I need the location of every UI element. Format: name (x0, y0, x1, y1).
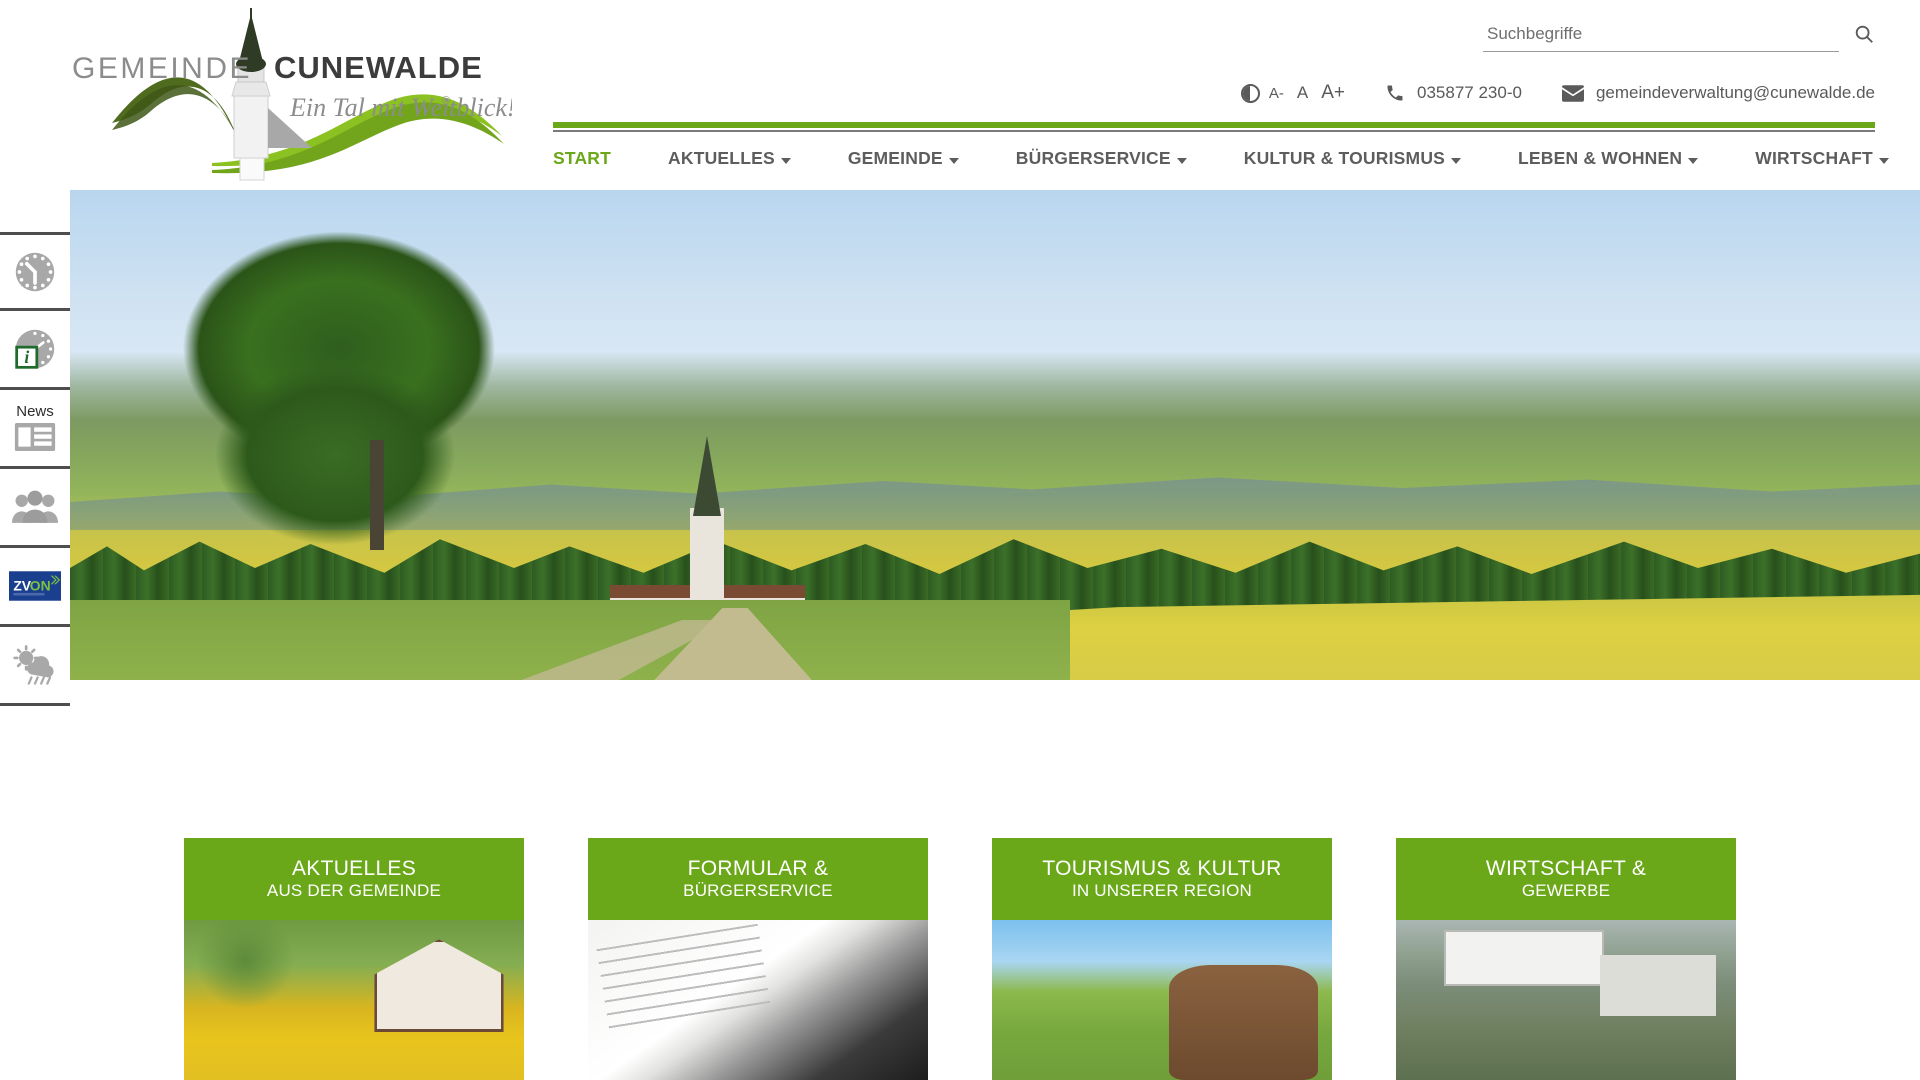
nav-bar-green (553, 122, 1875, 128)
site-header: GEMEINDE CUNEWALDE Ein Tal mit Weitblick… (0, 0, 1920, 190)
card-title: FORMULAR & (687, 856, 829, 880)
chevron-down-icon (1176, 157, 1187, 164)
chevron-down-icon (1451, 157, 1462, 164)
chevron-down-icon (1878, 157, 1889, 164)
hero-big-tree-lower (170, 330, 500, 580)
email-address: gemeindeverwaltung@cunewalde.de (1595, 83, 1875, 102)
logo-slogan-text: Ein Tal mit Weitblick! (289, 93, 512, 122)
nav-item-buergerservice[interactable]: BÜRGERSERVICE (1016, 148, 1187, 169)
village-flowers-photo (184, 920, 524, 1080)
nav-item-label: AKTUELLES (668, 148, 775, 168)
form-pen-photo (588, 920, 928, 1080)
search-icon (1855, 25, 1873, 43)
sidebar-item-label: News (16, 403, 54, 420)
card-header: FORMULAR & BÜRGERSERVICE (588, 838, 928, 920)
nav-divider (553, 122, 1875, 132)
sidebar-item-news[interactable]: News (0, 390, 70, 469)
logo-gemeinde-text: GEMEINDE (72, 52, 252, 85)
card-subtitle: IN UNSERER REGION (1071, 881, 1253, 901)
card-image-village-flowers (184, 920, 524, 1080)
phone-icon (1385, 83, 1405, 103)
card-formular-buergerservice[interactable]: FORMULAR & BÜRGERSERVICE (588, 838, 928, 1080)
hiking-boots-meadow-photo (992, 920, 1332, 1080)
nav-item-kultur-tourismus[interactable]: KULTUR & TOURISMUS (1243, 148, 1462, 169)
logo-registered-mark: ® (442, 95, 450, 107)
logo-cunewalde-text: CUNEWALDE (274, 50, 483, 85)
nav-item-start[interactable]: START (553, 148, 611, 169)
font-normal-button[interactable]: A (1297, 83, 1308, 103)
contrast-icon[interactable] (1240, 83, 1260, 103)
main-navigation: START AKTUELLES GEMEINDE BÜRGERSERVICE K… (553, 148, 1889, 169)
nav-item-label: GEMEINDE (847, 148, 943, 168)
card-subtitle: AUS DER GEMEINDE (266, 881, 442, 901)
nav-bar-grey (553, 130, 1875, 132)
sidebar-item-info[interactable]: i (0, 311, 70, 390)
sidebar-item-opening-hours[interactable] (0, 232, 70, 311)
hero-church-tower (690, 508, 724, 608)
zvon-logo-icon: ZV ON (9, 571, 61, 601)
search-button[interactable] (1853, 23, 1875, 52)
nav-item-label: LEBEN & WOHNEN (1518, 148, 1683, 168)
newspaper-icon (14, 423, 56, 451)
nav-item-leben-wohnen[interactable]: LEBEN & WOHNEN (1518, 148, 1699, 169)
email-link[interactable]: gemeindeverwaltung@cunewalde.de (1561, 83, 1875, 103)
sidebar-item-zvon[interactable]: ZV ON (0, 548, 70, 627)
accessibility-controls: A- A A+ (1240, 82, 1345, 104)
quicklink-cards: AKTUELLES AUS DER GEMEINDE FORMULAR & BÜ… (0, 838, 1920, 1080)
nav-item-gemeinde[interactable]: GEMEINDE (848, 148, 959, 169)
nav-item-label: START (553, 148, 612, 168)
chevron-down-icon (948, 157, 959, 164)
font-increase-button[interactable]: A+ (1321, 82, 1345, 104)
utility-bar: A- A A+ 035877 230-0 gemeindeverwaltung@… (1240, 82, 1875, 104)
search-area (1483, 22, 1875, 52)
card-title: TOURISMUS & KULTUR (1042, 856, 1282, 880)
nav-item-label: WIRTSCHAFT (1755, 148, 1873, 168)
clock-info-icon: i (15, 329, 55, 369)
search-input[interactable] (1483, 22, 1839, 52)
card-subtitle: BÜRGERSERVICE (683, 881, 833, 901)
nav-item-label: KULTUR & TOURISMUS (1243, 148, 1446, 168)
clock-icon (15, 252, 55, 291)
hero-tree-trunk (370, 440, 384, 550)
business-park-signs-photo (1396, 920, 1736, 1080)
card-header: WIRTSCHAFT & GEWERBE (1396, 838, 1736, 920)
nav-item-aktuelles[interactable]: AKTUELLES (668, 148, 791, 169)
people-icon (12, 490, 58, 523)
font-decrease-button[interactable]: A- (1269, 85, 1284, 102)
card-header: TOURISMUS & KULTUR IN UNSERER REGION (992, 838, 1332, 920)
nav-item-label: BÜRGERSERVICE (1015, 148, 1171, 168)
card-wirtschaft-gewerbe[interactable]: WIRTSCHAFT & GEWERBE (1396, 838, 1736, 1080)
card-title: WIRTSCHAFT & (1485, 856, 1647, 880)
chevron-down-icon (1688, 157, 1699, 164)
card-header: AKTUELLES AUS DER GEMEINDE (184, 838, 524, 920)
logo-svg: GEMEINDE CUNEWALDE Ein Tal mit Weitblick… (72, 8, 516, 181)
card-tourismus-kultur[interactable]: TOURISMUS & KULTUR IN UNSERER REGION (992, 838, 1332, 1080)
hero-landscape-photo (70, 190, 1920, 680)
sidebar-item-weather[interactable] (0, 627, 70, 706)
card-image-form-pen (588, 920, 928, 1080)
card-image-hiking-boots (992, 920, 1332, 1080)
card-title: AKTUELLES (291, 856, 417, 880)
nav-item-wirtschaft[interactable]: WIRTSCHAFT (1755, 148, 1889, 169)
site-logo[interactable]: GEMEINDE CUNEWALDE Ein Tal mit Weitblick… (72, 8, 516, 188)
hero-church-spire (693, 436, 721, 516)
chevron-down-icon (780, 157, 791, 164)
sidebar-item-citizens[interactable] (0, 469, 70, 548)
phone-number: 035877 230-0 (1417, 83, 1522, 102)
mail-icon (1561, 84, 1584, 102)
card-aktuelles[interactable]: AKTUELLES AUS DER GEMEINDE (184, 838, 524, 1080)
card-image-business-park (1396, 920, 1736, 1080)
phone-link[interactable]: 035877 230-0 (1385, 83, 1522, 103)
zvon-text-on: ON (30, 577, 51, 593)
hero-section: Staatlich anerkannter Erholungsort im Ob… (0, 190, 1920, 735)
svg-text:i: i (24, 347, 29, 367)
card-subtitle: GEWERBE (1521, 881, 1611, 901)
weather-icon (13, 645, 54, 685)
left-icon-sidebar: i News ZV ON (0, 232, 70, 706)
